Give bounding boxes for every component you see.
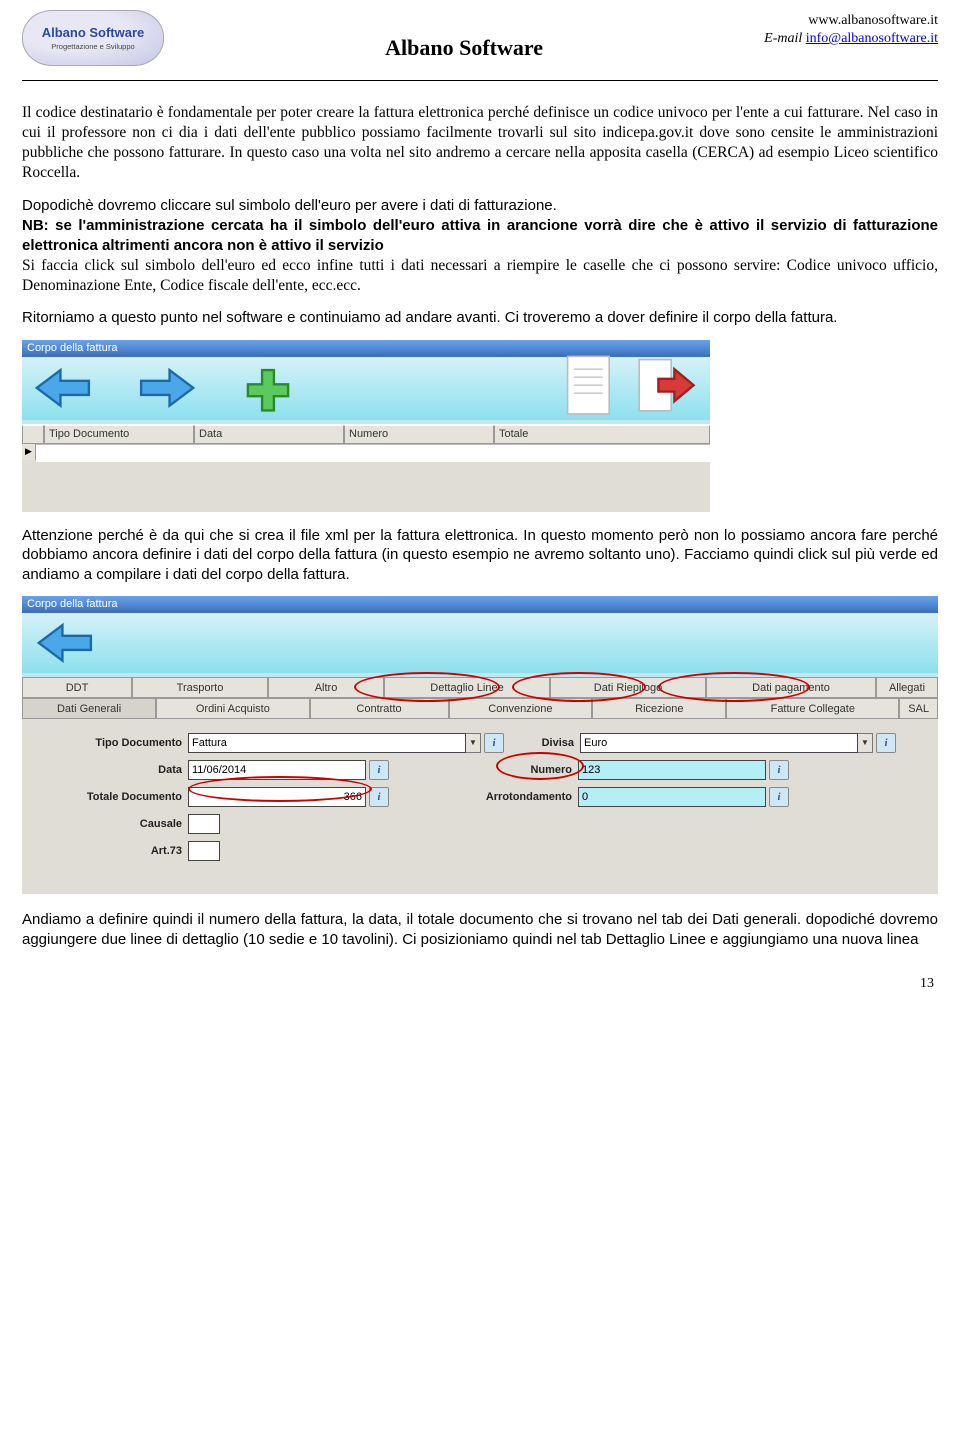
add-plus-icon[interactable]	[236, 363, 300, 413]
forward-arrow-icon[interactable]	[134, 363, 198, 413]
logo-subtitle: Progettazione e Sviluppo	[51, 42, 134, 52]
divider	[22, 80, 938, 81]
tab-ddt[interactable]: DDT	[22, 677, 132, 698]
row-marker-header	[22, 425, 44, 444]
tab-dati-pagamento[interactable]: Dati pagamento	[706, 677, 876, 698]
window-titlebar-2: Corpo della fattura	[22, 596, 938, 613]
logo: Albano Software Progettazione e Sviluppo	[22, 10, 164, 66]
fields-panel: Tipo Documento Fattura ▼ i Divisa Euro ▼…	[22, 719, 938, 870]
tab-trasporto[interactable]: Trasporto	[132, 677, 268, 698]
page-header: Albano Software Progettazione e Sviluppo…	[22, 10, 938, 66]
document-icon[interactable]	[558, 363, 622, 413]
header-email-line: E-mail info@albanosoftware.it	[764, 30, 938, 48]
tab-dettaglio-linee[interactable]: Dettaglio Linee	[384, 677, 550, 698]
screenshot-corpo-fattura-1: Corpo della fattura	[22, 340, 938, 512]
tab-ricezione[interactable]: Ricezione	[592, 698, 726, 719]
input-numero[interactable]: 123	[578, 760, 766, 780]
header-url: www.albanosoftware.it	[764, 12, 938, 30]
row-marker-icon: ▶	[22, 444, 36, 460]
label-arrotondamento: Arrotondamento	[389, 790, 578, 804]
tab-contratto[interactable]: Contratto	[310, 698, 449, 719]
info-icon[interactable]: i	[876, 733, 896, 753]
col-totale[interactable]: Totale	[494, 425, 710, 444]
paragraph-5: Andiamo a definire quindi il numero dell…	[22, 910, 938, 949]
back-arrow-icon[interactable]	[32, 363, 96, 413]
input-divisa[interactable]: Euro	[580, 733, 858, 753]
tab-convenzione[interactable]: Convenzione	[449, 698, 593, 719]
export-red-arrow-icon[interactable]	[636, 363, 700, 413]
input-art73[interactable]	[188, 841, 220, 861]
info-icon[interactable]: i	[369, 760, 389, 780]
email-link[interactable]: info@albanosoftware.it	[806, 31, 938, 46]
empty-row: ▶	[22, 444, 710, 462]
label-divisa: Divisa	[504, 736, 580, 750]
page-number: 13	[22, 975, 938, 993]
col-numero[interactable]: Numero	[344, 425, 494, 444]
info-icon[interactable]: i	[769, 787, 789, 807]
paragraph-1: Il codice destinatario è fondamentale pe…	[22, 103, 938, 184]
tab-dati-generali[interactable]: Dati Generali	[22, 698, 156, 719]
info-icon[interactable]: i	[769, 760, 789, 780]
paragraph-4: Attenzione perché è da qui che si crea i…	[22, 526, 938, 585]
info-icon[interactable]: i	[369, 787, 389, 807]
input-arrotondamento[interactable]: 0	[578, 787, 766, 807]
label-causale: Causale	[32, 817, 188, 831]
tab-fatture-collegate[interactable]: Fatture Collegate	[726, 698, 899, 719]
dropdown-icon[interactable]: ▼	[858, 733, 873, 753]
col-data[interactable]: Data	[194, 425, 344, 444]
input-data[interactable]: 11/06/2014	[188, 760, 366, 780]
brand-title: Albano Software	[164, 34, 764, 63]
dropdown-icon[interactable]: ▼	[466, 733, 481, 753]
input-tipo-documento[interactable]: Fattura	[188, 733, 466, 753]
column-headers: Tipo Documento Data Numero Totale	[22, 424, 710, 444]
tab-altro[interactable]: Altro	[268, 677, 384, 698]
tab-dati-riepilogo[interactable]: Dati Riepilogo	[550, 677, 706, 698]
screenshot-corpo-fattura-2: Corpo della fattura DDT Trasporto Altro …	[22, 596, 938, 894]
label-totale: Totale Documento	[32, 790, 188, 804]
toolbar	[22, 357, 710, 424]
tab-row-top: DDT Trasporto Altro Dettaglio Linee Dati…	[22, 677, 938, 698]
logo-title: Albano Software	[42, 25, 145, 42]
paragraph-3: Ritorniamo a questo punto nel software e…	[22, 308, 938, 328]
info-icon[interactable]: i	[484, 733, 504, 753]
tab-sal[interactable]: SAL	[899, 698, 938, 719]
label-art73: Art.73	[32, 844, 188, 858]
col-tipo-documento[interactable]: Tipo Documento	[44, 425, 194, 444]
input-totale[interactable]: 366	[188, 787, 366, 807]
input-causale[interactable]	[188, 814, 220, 834]
label-data: Data	[32, 763, 188, 777]
toolbar-2	[22, 613, 938, 677]
tab-row-bottom: Dati Generali Ordini Acquisto Contratto …	[22, 698, 938, 719]
paragraph-2: Dopodichè dovremo cliccare sul simbolo d…	[22, 196, 938, 297]
label-tipo-documento: Tipo Documento	[32, 736, 188, 750]
label-numero: Numero	[389, 763, 578, 777]
tab-allegati[interactable]: Allegati	[876, 677, 938, 698]
tab-ordini-acquisto[interactable]: Ordini Acquisto	[156, 698, 309, 719]
back-arrow-icon[interactable]	[34, 618, 98, 668]
